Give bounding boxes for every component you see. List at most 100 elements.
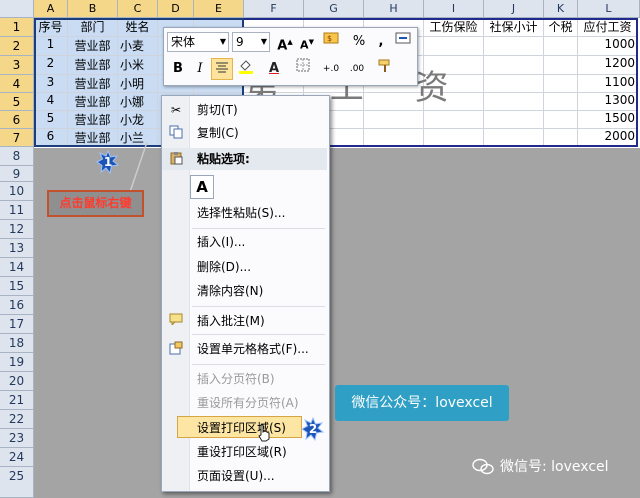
- menu-item-set-print-area[interactable]: 设置打印区域(S): [177, 416, 302, 438]
- cell-j[interactable]: [484, 75, 544, 93]
- cell-k[interactable]: [544, 75, 578, 93]
- menu-item-copy[interactable]: 复制(C): [162, 122, 327, 144]
- cell-l[interactable]: 1100: [578, 75, 638, 93]
- cell-i[interactable]: [424, 111, 484, 129]
- font-size-dropdown[interactable]: 9 ▼: [232, 32, 270, 52]
- row-header[interactable]: 13: [0, 239, 34, 258]
- col-header-a[interactable]: A: [34, 0, 68, 18]
- col-header-f[interactable]: F: [244, 0, 304, 18]
- borders-button[interactable]: [292, 58, 314, 80]
- cell-c[interactable]: 小娜: [118, 93, 158, 111]
- col-header-g[interactable]: G: [304, 0, 364, 18]
- cell-k[interactable]: [544, 56, 578, 75]
- cell-j[interactable]: [484, 93, 544, 111]
- row-header[interactable]: 2: [0, 37, 34, 56]
- cell-b[interactable]: 营业部: [68, 93, 118, 111]
- row-header[interactable]: 20: [0, 372, 34, 391]
- cell-a[interactable]: 3: [34, 75, 68, 93]
- center-align-button[interactable]: [211, 58, 233, 80]
- row-header[interactable]: 6: [0, 111, 34, 129]
- row-header[interactable]: 4: [0, 75, 34, 93]
- row-header[interactable]: 5: [0, 93, 34, 111]
- paste-values-icon[interactable]: A: [190, 175, 214, 199]
- cell-b1[interactable]: 部门: [68, 18, 118, 37]
- row-header[interactable]: 10: [0, 182, 34, 201]
- menu-item-paste-special[interactable]: 选择性粘贴(S)...: [162, 202, 327, 224]
- number-format-button[interactable]: $: [320, 31, 342, 53]
- row-header[interactable]: 16: [0, 296, 34, 315]
- menu-item-page-setup[interactable]: 页面设置(U)...: [162, 465, 327, 487]
- cell-k[interactable]: [544, 37, 578, 56]
- row-header[interactable]: 18: [0, 334, 34, 353]
- decrease-decimal-button[interactable]: .00: [346, 58, 368, 80]
- col-header-l[interactable]: L: [578, 0, 640, 18]
- select-all-corner[interactable]: [0, 0, 34, 18]
- cell-b[interactable]: 营业部: [68, 37, 118, 56]
- cell-a[interactable]: 4: [34, 93, 68, 111]
- cell-k[interactable]: [544, 93, 578, 111]
- cell-i[interactable]: [424, 37, 484, 56]
- menu-item-clear-print-area[interactable]: 重设打印区域(R): [162, 441, 327, 463]
- row-header[interactable]: 12: [0, 220, 34, 239]
- cell-l[interactable]: 1200: [578, 56, 638, 75]
- cell-l[interactable]: 1000: [578, 37, 638, 56]
- comma-style-button[interactable]: ,: [370, 31, 392, 53]
- row-header[interactable]: 22: [0, 410, 34, 429]
- cell-l1[interactable]: 应付工资: [578, 18, 638, 37]
- col-header-i[interactable]: I: [424, 0, 484, 18]
- menu-item-insert-comment[interactable]: 插入批注(M): [162, 310, 327, 332]
- format-painter-button[interactable]: [374, 58, 396, 80]
- row-header[interactable]: 8: [0, 147, 34, 166]
- menu-item-insert[interactable]: 插入(I)...: [162, 231, 327, 253]
- cell-j[interactable]: [484, 37, 544, 56]
- row-header[interactable]: 24: [0, 448, 34, 467]
- col-header-h[interactable]: H: [364, 0, 424, 18]
- bold-button[interactable]: B: [167, 58, 189, 80]
- row-header[interactable]: 15: [0, 277, 34, 296]
- row-header[interactable]: 14: [0, 258, 34, 277]
- cell-c[interactable]: 小麦: [118, 37, 158, 56]
- shrink-font-button[interactable]: A▼: [296, 31, 318, 53]
- cell-k[interactable]: [544, 129, 578, 147]
- row-header[interactable]: 7: [0, 129, 34, 147]
- cell-h[interactable]: [364, 129, 424, 147]
- cell-l[interactable]: 1500: [578, 111, 638, 129]
- grow-font-button[interactable]: A▲: [274, 31, 296, 53]
- percent-style-button[interactable]: %: [348, 31, 370, 53]
- cell-b[interactable]: 营业部: [68, 75, 118, 93]
- row-header[interactable]: 21: [0, 391, 34, 410]
- col-header-e[interactable]: E: [194, 0, 244, 18]
- cell-i1[interactable]: 工伤保险: [424, 18, 484, 37]
- cell-l[interactable]: 1300: [578, 93, 638, 111]
- menu-item-cut[interactable]: ✂ 剪切(T): [162, 99, 327, 121]
- fill-color-button[interactable]: [235, 58, 257, 80]
- cell-c1[interactable]: 姓名: [118, 18, 158, 37]
- cell-k[interactable]: [544, 111, 578, 129]
- cell-b[interactable]: 营业部: [68, 56, 118, 75]
- menu-item-delete[interactable]: 删除(D)...: [162, 256, 327, 278]
- menu-item-clear-contents[interactable]: 清除内容(N): [162, 280, 327, 302]
- cell-a1[interactable]: 序号: [34, 18, 68, 37]
- cell-a[interactable]: 2: [34, 56, 68, 75]
- cell-i[interactable]: [424, 129, 484, 147]
- font-name-dropdown[interactable]: 宋体 ▼: [167, 32, 229, 52]
- col-header-b[interactable]: B: [68, 0, 118, 18]
- cell-b[interactable]: 营业部: [68, 129, 118, 147]
- menu-item-format-cells[interactable]: 设置单元格格式(F)...: [162, 338, 327, 360]
- cell-j1[interactable]: 社保小计: [484, 18, 544, 37]
- row-header[interactable]: 17: [0, 315, 34, 334]
- font-color-button[interactable]: A: [263, 58, 285, 80]
- row-header[interactable]: 23: [0, 429, 34, 448]
- col-header-k[interactable]: K: [544, 0, 578, 18]
- col-header-j[interactable]: J: [484, 0, 544, 18]
- cell-b[interactable]: 营业部: [68, 111, 118, 129]
- cell-a[interactable]: 1: [34, 37, 68, 56]
- cell-j[interactable]: [484, 129, 544, 147]
- increase-decimal-button[interactable]: +.0: [320, 58, 342, 80]
- cell-c[interactable]: 小米: [118, 56, 158, 75]
- italic-button[interactable]: I: [189, 58, 211, 80]
- row-header[interactable]: 25: [0, 467, 34, 498]
- row-header[interactable]: 11: [0, 201, 34, 220]
- cell-h[interactable]: [364, 111, 424, 129]
- cell-l[interactable]: 2000: [578, 129, 638, 147]
